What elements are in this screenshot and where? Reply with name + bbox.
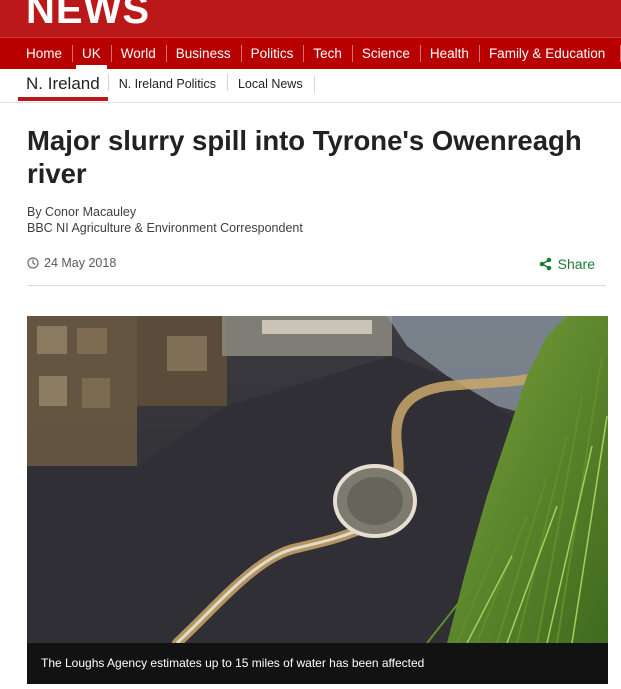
clock-icon — [27, 257, 39, 269]
nav-item-world[interactable]: World — [110, 38, 166, 69]
bbc-news-logo[interactable]: NEWS — [26, 0, 150, 34]
byline-role: BBC NI Agriculture & Environment Corresp… — [27, 221, 303, 235]
subnav-item-n-ireland[interactable]: N. Ireland — [18, 67, 108, 101]
masthead: NEWS — [0, 0, 621, 37]
nav-item-tech[interactable]: Tech — [303, 38, 352, 69]
subnav-divider — [313, 75, 315, 93]
subnav-item-local-news[interactable]: Local News — [226, 67, 314, 101]
nav-item-science[interactable]: Science — [351, 38, 420, 69]
share-label: Share — [557, 256, 595, 272]
publish-date: 24 May 2018 — [27, 256, 116, 270]
article-photo — [27, 316, 608, 643]
nav-item-health[interactable]: Health — [419, 38, 479, 69]
nav-item-politics[interactable]: Politics — [240, 38, 304, 69]
article-headline: Major slurry spill into Tyrone's Owenrea… — [27, 125, 582, 189]
river-slurry-image — [27, 316, 608, 643]
nav-item-business[interactable]: Business — [165, 38, 241, 69]
byline: By Conor Macauley BBC NI Agriculture & E… — [27, 204, 303, 236]
nav-item-home[interactable]: Home — [16, 38, 72, 69]
article-meta: 24 May 2018 Share — [27, 256, 606, 286]
photo-caption: The Loughs Agency estimates up to 15 mil… — [27, 643, 608, 684]
main-navigation: Home UK World Business Politics Tech Sci… — [0, 37, 621, 69]
secondary-navigation: N. Ireland N. Ireland Politics Local New… — [0, 69, 621, 103]
publish-date-text: 24 May 2018 — [44, 256, 117, 270]
share-button[interactable]: Share — [539, 256, 595, 272]
subnav-item-ni-politics[interactable]: N. Ireland Politics — [107, 67, 227, 101]
nav-item-uk[interactable]: UK — [72, 38, 111, 69]
share-icon — [539, 257, 551, 271]
nav-item-family-education[interactable]: Family & Education — [478, 38, 615, 69]
byline-author: By Conor Macauley — [27, 205, 137, 219]
